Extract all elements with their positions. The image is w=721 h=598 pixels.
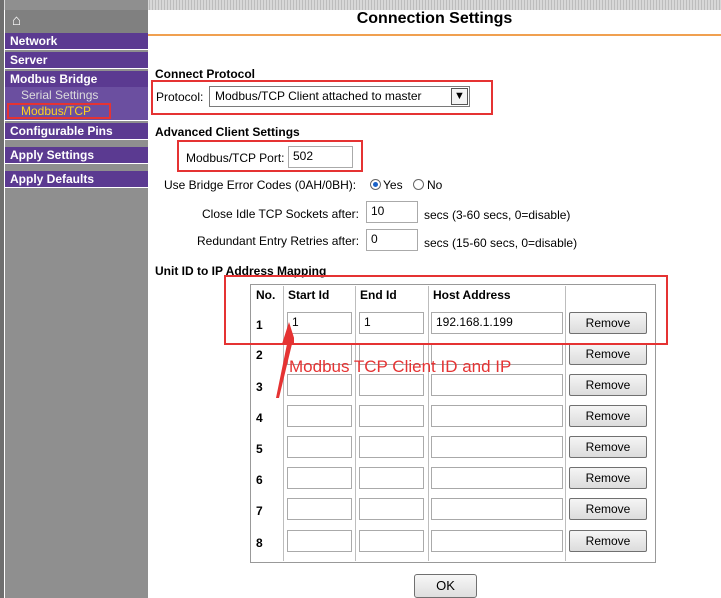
section-connect-protocol: Connect Protocol (155, 67, 256, 81)
host-address-input[interactable] (431, 467, 563, 489)
start-id-input[interactable] (287, 436, 352, 458)
sidebar-item-network[interactable]: Network (5, 33, 148, 50)
retries-unit: secs (15-60 secs, 0=disable) (424, 236, 578, 250)
error-codes-label: Use Bridge Error Codes (0AH/0BH): (164, 178, 357, 192)
close-idle-input[interactable]: 10 (366, 201, 418, 223)
remove-button[interactable]: Remove (569, 374, 647, 396)
remove-button[interactable]: Remove (569, 405, 647, 427)
remove-button[interactable]: Remove (569, 498, 647, 520)
start-id-input[interactable] (287, 405, 352, 427)
remove-button[interactable]: Remove (569, 343, 647, 365)
row-number: 6 (256, 473, 263, 487)
row-number: 7 (256, 504, 263, 518)
start-id-input[interactable] (287, 530, 352, 552)
protocol-select-value: Modbus/TCP Client attached to master (215, 89, 422, 103)
end-id-input[interactable] (359, 405, 424, 427)
row-number: 5 (256, 442, 263, 456)
chevron-down-icon[interactable]: ▼ (451, 88, 468, 105)
remove-button[interactable]: Remove (569, 530, 647, 552)
row-number: 8 (256, 536, 263, 550)
close-idle-unit: secs (3-60 secs, 0=disable) (424, 208, 571, 222)
sidebar-item-modbus-bridge[interactable]: Modbus Bridge (5, 71, 148, 87)
sidebar-item-configurable-pins[interactable]: Configurable Pins (5, 123, 148, 140)
annotation-text: Modbus TCP Client ID and IP (289, 357, 512, 376)
end-id-input[interactable] (359, 436, 424, 458)
close-idle-label: Close Idle TCP Sockets after: (202, 207, 359, 221)
end-id-input[interactable] (359, 374, 424, 396)
start-id-input[interactable] (287, 374, 352, 396)
remove-button[interactable]: Remove (569, 436, 647, 458)
start-id-input[interactable] (287, 467, 352, 489)
sidebar-item-apply-settings[interactable]: Apply Settings (5, 147, 148, 164)
port-input[interactable]: 502 (288, 146, 353, 168)
row-number: 2 (256, 348, 263, 362)
ok-button[interactable]: OK (414, 574, 477, 598)
port-label: Modbus/TCP Port: (186, 151, 285, 165)
row-number: 3 (256, 380, 263, 394)
remove-button[interactable]: Remove (569, 467, 647, 489)
end-id-input[interactable] (359, 467, 424, 489)
start-id-input[interactable] (287, 498, 352, 520)
sidebar-item-serial-settings[interactable]: Serial Settings (5, 87, 148, 103)
highlight-box-modbus-tcp (7, 103, 111, 119)
sidebar-item-server[interactable]: Server (5, 52, 148, 69)
sidebar-item-apply-defaults[interactable]: Apply Defaults (5, 171, 148, 188)
host-address-input[interactable] (431, 498, 563, 520)
protocol-label: Protocol: (156, 90, 204, 104)
end-id-input[interactable] (359, 530, 424, 552)
retries-input[interactable]: 0 (366, 229, 418, 251)
page-title: Connection Settings (356, 10, 513, 27)
window-left-border (0, 0, 4, 598)
host-address-input[interactable] (431, 436, 563, 458)
host-address-input[interactable] (431, 374, 563, 396)
host-address-input[interactable] (431, 405, 563, 427)
home-icon[interactable]: ⌂ (12, 13, 21, 28)
host-address-input[interactable] (431, 530, 563, 552)
header-divider (148, 34, 721, 36)
error-codes-no-label: No (427, 178, 443, 192)
error-codes-no-radio[interactable] (413, 179, 424, 190)
protocol-select[interactable]: Modbus/TCP Client attached to master ▼ (209, 86, 470, 107)
home-bar (5, 10, 148, 33)
retries-label: Redundant Entry Retries after: (197, 234, 360, 248)
section-advanced-client: Advanced Client Settings (155, 125, 300, 139)
error-codes-yes-radio[interactable] (370, 179, 381, 190)
error-codes-yes-label: Yes (383, 178, 403, 192)
row-number: 4 (256, 411, 263, 425)
end-id-input[interactable] (359, 498, 424, 520)
